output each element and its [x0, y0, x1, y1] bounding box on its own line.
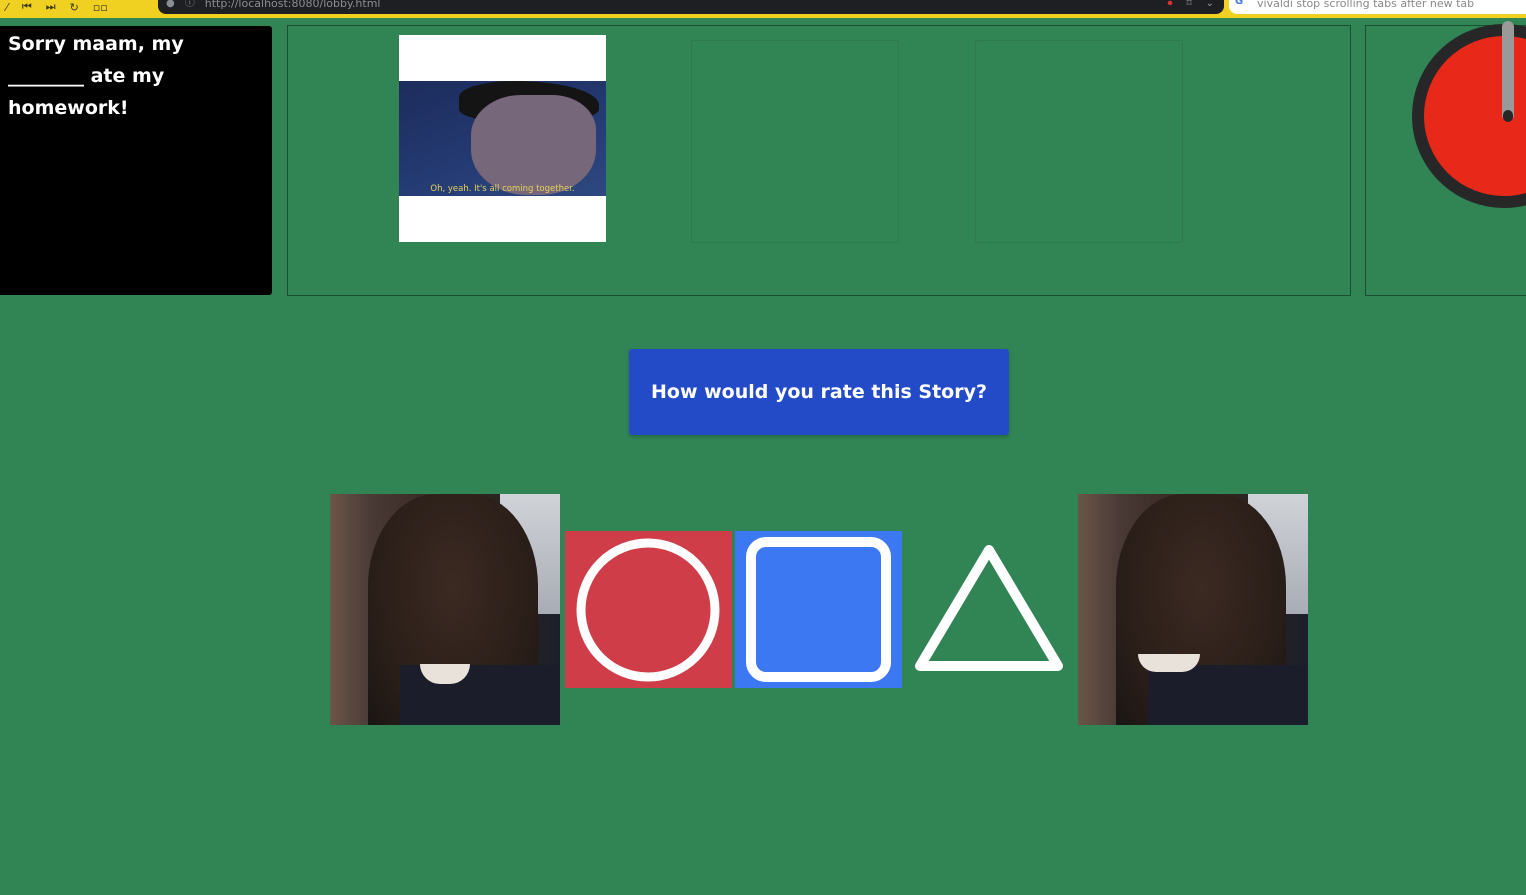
circle-icon [576, 538, 720, 682]
prompt-card: Sorry maam, my ________ ate my homework! [0, 26, 272, 295]
prompt-line-2: ________ ate my [8, 65, 165, 87]
shield-icon[interactable]: ● [166, 0, 175, 9]
prompt-line-1: Sorry maam, my [8, 33, 184, 55]
vote-square-button[interactable] [735, 531, 902, 688]
url-text[interactable]: http://localhost:8080/lobby.html [205, 0, 381, 9]
rate-question-text: How would you rate this Story? [651, 381, 987, 403]
reaction-face-unhappy-image [330, 494, 560, 725]
google-icon: G [1235, 0, 1244, 7]
browser-nav-buttons: ⁄ ⏮ ⏭ ↻ ▫▫ [0, 0, 160, 14]
bookmark-icon[interactable]: ⌑ [1186, 0, 1191, 9]
tab-title: vivaldi stop scrolling tabs after new ta… [1257, 0, 1475, 10]
rate-question-banner: How would you rate this Story? [629, 349, 1009, 435]
meme-face [471, 95, 596, 195]
meme-frame: Oh, yeah. It's all coming together. [399, 81, 606, 196]
address-bar[interactable]: ● ⓘ http://localhost:8080/lobby.html ⏺ ⌑… [158, 0, 1224, 14]
story-slot-empty [691, 40, 899, 243]
meme-caption: Oh, yeah. It's all coming together. [430, 184, 575, 194]
image-mouth [1138, 654, 1200, 672]
record-icon[interactable]: ⏺ [1167, 0, 1172, 9]
square-icon [746, 537, 891, 682]
story-board: Oh, yeah. It's all coming together. [287, 25, 1351, 296]
triangle-icon [915, 545, 1063, 671]
vote-triangle-button[interactable] [906, 531, 1073, 688]
prompt-line-3: homework! [8, 97, 129, 119]
info-icon[interactable]: ⓘ [185, 0, 195, 9]
timer-hand-pivot [1503, 110, 1513, 122]
rewind-icon[interactable]: ⏮ [22, 0, 32, 14]
browser-tab[interactable]: G vivaldi stop scrolling tabs after new … [1229, 0, 1526, 14]
reaction-face-happy-image [1078, 494, 1308, 725]
timer-hand [1502, 21, 1514, 121]
vote-circle-button[interactable] [565, 531, 732, 688]
story-slot-empty [975, 40, 1183, 243]
panel-toggle-icon[interactable]: ⁄ [6, 1, 8, 14]
story-meme-image: Oh, yeah. It's all coming together. [399, 35, 606, 242]
fast-forward-icon[interactable]: ⏭ [46, 0, 56, 14]
chevron-down-icon[interactable]: ⌄ [1206, 0, 1214, 9]
image-shirt [1148, 665, 1308, 725]
reload-icon[interactable]: ↻ [70, 1, 79, 14]
tiles-icon[interactable]: ▫▫ [93, 1, 108, 14]
